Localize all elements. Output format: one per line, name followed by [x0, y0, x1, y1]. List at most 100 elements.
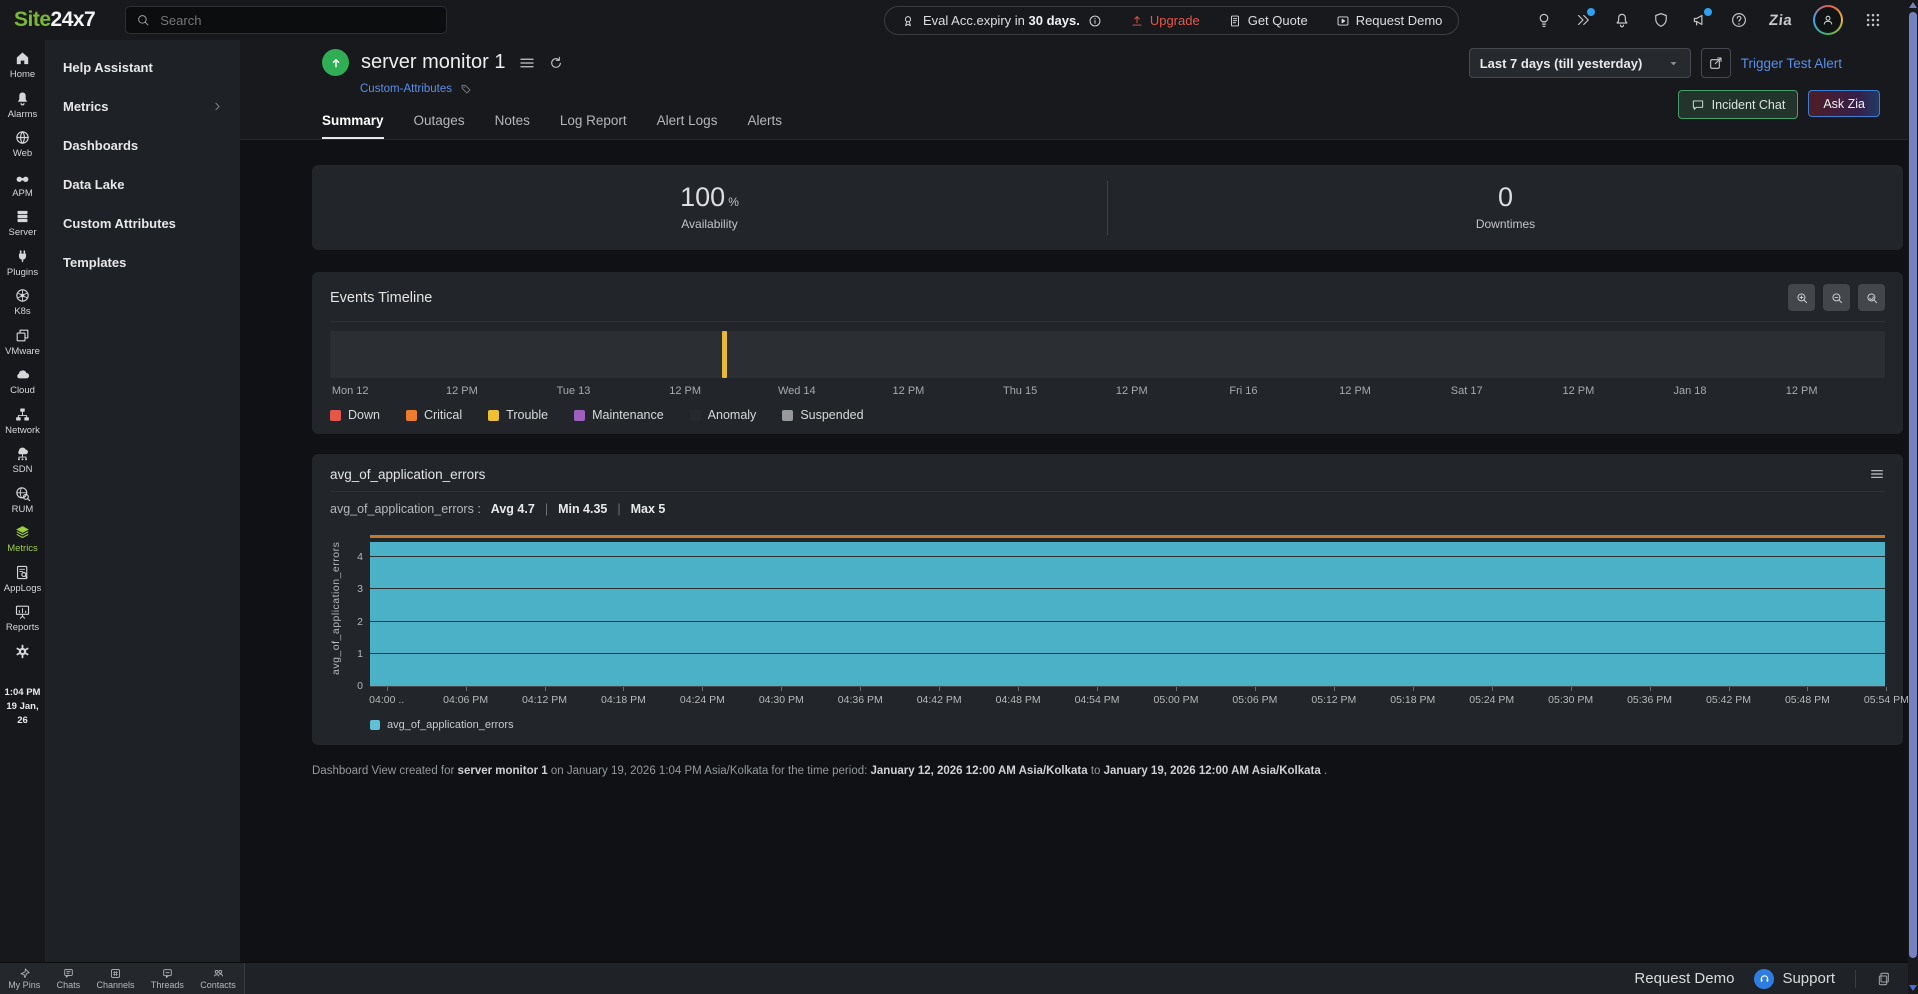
notifications-bell-icon[interactable] [1613, 11, 1631, 29]
rail-item-rum[interactable]: RUM [0, 485, 45, 515]
shield-icon[interactable] [1652, 11, 1670, 29]
rail-item-apm[interactable]: APM [0, 169, 45, 199]
rail-item-web[interactable]: Web [0, 129, 45, 159]
chart-summary-row: avg_of_application_errors : Avg 4.7 | Mi… [330, 502, 1885, 516]
zoom-reset-button[interactable] [1858, 284, 1885, 311]
x-tick-mark [1413, 687, 1414, 691]
tab-log-report[interactable]: Log Report [560, 113, 627, 139]
monitor-menu-icon[interactable] [518, 54, 536, 72]
bottom-request-demo-link[interactable]: Request Demo [1634, 970, 1734, 987]
site24x7-logo[interactable]: Site24x7 [14, 8, 95, 32]
rail-item-metrics[interactable]: Metrics [0, 524, 45, 554]
trouble-event-marker[interactable] [722, 331, 727, 378]
rail-item-vmware[interactable]: VMware [0, 327, 45, 357]
rail-item-network[interactable]: Network [0, 406, 45, 436]
sidebar-item-data-lake[interactable]: Data Lake [45, 165, 240, 204]
tab-outages[interactable]: Outages [414, 113, 465, 139]
rail-item-server[interactable]: Server [0, 208, 45, 238]
scroll-up-arrow[interactable] [1909, 2, 1917, 8]
clipboard-icon[interactable] [1876, 971, 1892, 987]
rail-item-applogs[interactable]: AppLogs [0, 564, 45, 594]
legend-maintenance[interactable]: Maintenance [574, 408, 664, 422]
zia-logo[interactable]: Zia [1768, 12, 1793, 29]
dock-item-threads[interactable]: Threads [151, 967, 184, 990]
monitor-tabs: Summary Outages Notes Log Report Alert Logs A… [322, 113, 782, 139]
sidebar-item-dashboards[interactable]: Dashboards [45, 126, 240, 165]
tab-alert-logs[interactable]: Alert Logs [657, 113, 718, 139]
quote-icon [1228, 14, 1242, 28]
chart-legend[interactable]: avg_of_application_errors [370, 719, 1885, 731]
apps-grid-icon[interactable] [1864, 11, 1882, 29]
global-search[interactable] [125, 6, 447, 34]
date-range-select[interactable]: Last 7 days (till yesterday) [1469, 48, 1691, 78]
x-tick: 05:00 PM [1153, 694, 1198, 706]
legend-critical[interactable]: Critical [406, 408, 462, 422]
legend-trouble[interactable]: Trouble [488, 408, 548, 422]
scrollbar-thumb[interactable] [1909, 12, 1917, 958]
x-tick: 04:06 PM [443, 694, 488, 706]
rail-item-cloud[interactable]: Cloud [0, 366, 45, 396]
info-icon[interactable] [1088, 14, 1102, 28]
x-tick: 05:24 PM [1469, 694, 1514, 706]
sidebar-item-custom-attributes[interactable]: Custom Attributes [45, 204, 240, 243]
user-avatar[interactable] [1813, 5, 1843, 35]
timeline-tick: 12 PM [446, 385, 478, 397]
rail-item-label: AppLogs [4, 584, 42, 594]
legend-suspended[interactable]: Suspended [782, 408, 863, 422]
rail-item-sdn[interactable]: SDN [0, 445, 45, 475]
refresh-icon[interactable] [548, 55, 564, 71]
dock-item-my-pins[interactable]: My Pins [8, 967, 40, 990]
x-tick: 05:36 PM [1627, 694, 1672, 706]
upgrade-button[interactable]: Upgrade [1130, 13, 1200, 28]
x-tick: 04:00 .. [369, 694, 404, 706]
rail-item-gear[interactable] [0, 643, 45, 660]
tab-summary[interactable]: Summary [322, 113, 384, 139]
zoom-in-button[interactable] [1788, 284, 1815, 311]
whats-new-icon[interactable] [1574, 11, 1592, 29]
incident-chat-button[interactable]: Incident Chat [1678, 90, 1799, 119]
support-button[interactable]: Support [1754, 969, 1835, 989]
clock-time: 1:04 PM [0, 686, 45, 700]
tab-notes[interactable]: Notes [495, 113, 530, 139]
scroll-down-arrow[interactable] [1909, 985, 1917, 991]
get-quote-button[interactable]: Get Quote [1228, 13, 1308, 28]
x-tick-mark [1018, 687, 1019, 691]
chat-dock: My Pins Chats Channels Threads Contacts [0, 963, 245, 994]
rail-item-plugins[interactable]: Plugins [0, 248, 45, 278]
sidebar-item-metrics[interactable]: Metrics [45, 87, 240, 126]
y-axis-label: avg_of_application_errors [330, 530, 346, 686]
sidebar-item-templates[interactable]: Templates [45, 243, 240, 282]
timeline-legend: Down Critical Trouble Maintenance Anomaly Sus… [330, 408, 1885, 422]
custom-attributes-link[interactable]: Custom-Attributes [360, 83, 452, 95]
dock-item-chats[interactable]: Chats [57, 967, 81, 990]
sidebar-item-help-assistant[interactable]: Help Assistant [45, 48, 240, 87]
rail-item-reports[interactable]: Reports [0, 603, 45, 633]
dock-item-contacts[interactable]: Contacts [200, 967, 236, 990]
events-timeline-plot[interactable] [330, 331, 1885, 378]
rail-item-home[interactable]: Home [0, 50, 45, 80]
test-alert-button[interactable] [1701, 48, 1731, 78]
page-scrollbar[interactable] [1908, 0, 1918, 994]
rail-item-alarms[interactable]: Alarms [0, 90, 45, 120]
rail-item-label: Plugins [7, 268, 38, 278]
chat-icon [1691, 98, 1705, 112]
rail-item-k8s[interactable]: K8s [0, 287, 45, 317]
lightbulb-icon[interactable] [1535, 11, 1553, 29]
trigger-test-alert-link[interactable]: Trigger Test Alert [1741, 56, 1842, 71]
legend-down[interactable]: Down [330, 408, 380, 422]
chart-menu-icon[interactable] [1869, 466, 1885, 482]
legend-anomaly[interactable]: Anomaly [690, 408, 757, 422]
announcements-icon[interactable] [1691, 11, 1709, 29]
chevR-icon [211, 100, 224, 113]
rail-item-label: APM [12, 189, 33, 199]
dock-item-channels[interactable]: Channels [96, 967, 134, 990]
vmware-icon [14, 327, 31, 344]
help-icon[interactable] [1730, 11, 1748, 29]
events-timeline-card: Events Timeline Mon 1212 PMTue 1312 PMWe… [312, 272, 1903, 434]
request-demo-button[interactable]: Request Demo [1336, 13, 1443, 28]
tab-alerts[interactable]: Alerts [747, 113, 782, 139]
search-input[interactable] [158, 12, 436, 29]
zoom-out-button[interactable] [1823, 284, 1850, 311]
area-chart-plot[interactable] [370, 530, 1885, 687]
ask-zia-button[interactable]: Ask Zia [1808, 90, 1880, 117]
